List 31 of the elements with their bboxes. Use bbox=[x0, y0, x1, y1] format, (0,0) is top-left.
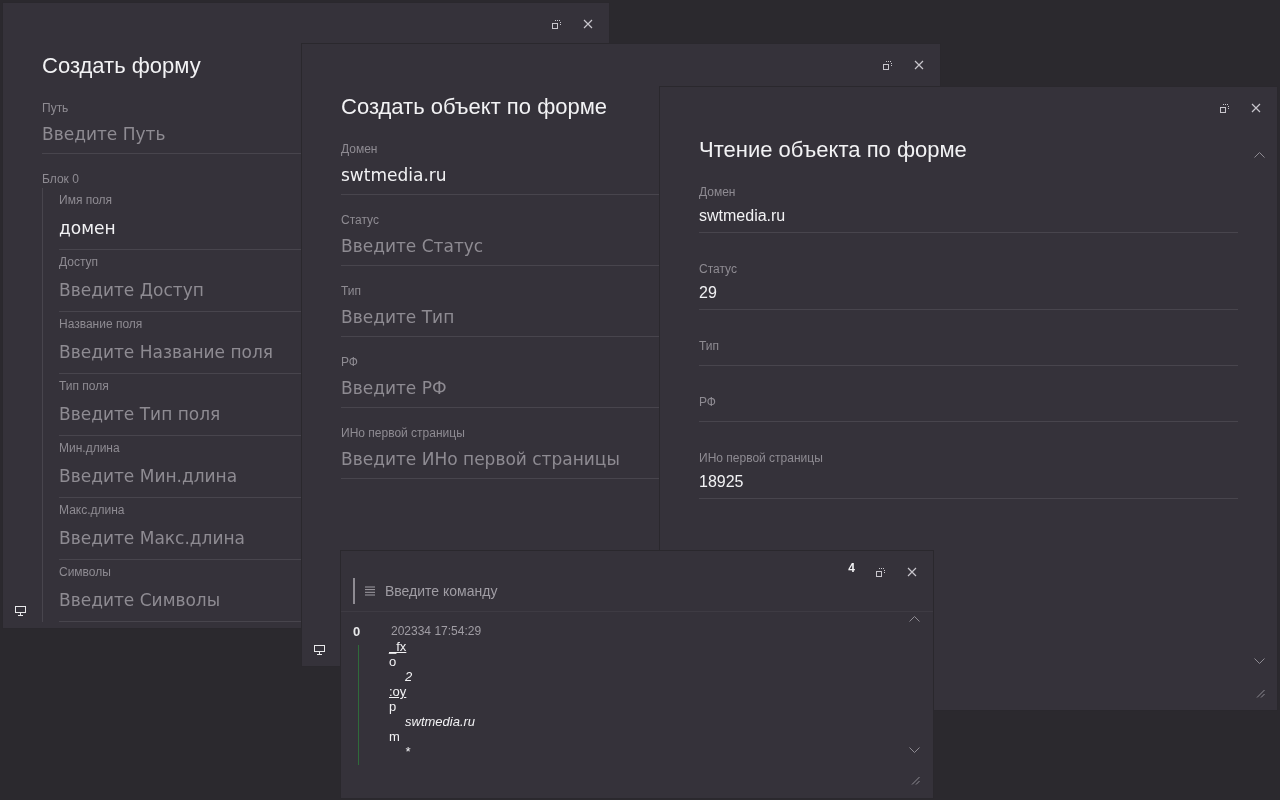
field-label: Символы bbox=[59, 565, 111, 579]
log-line: 2 bbox=[405, 669, 413, 684]
dialog-title: Создать объект по форме bbox=[341, 93, 609, 121]
log-line: p bbox=[389, 699, 397, 714]
dialog-title: Чтение объекта по форме bbox=[699, 136, 968, 164]
field-label: Тип поля bbox=[59, 379, 109, 393]
field-label: Доступ bbox=[59, 255, 99, 269]
log-timestamp: 202334 17:54:29 bbox=[391, 624, 482, 639]
field-label: РФ bbox=[699, 395, 716, 409]
field-label: Домен bbox=[341, 142, 378, 156]
log-index: 0 bbox=[353, 624, 362, 641]
field-label: Название поля bbox=[59, 317, 143, 331]
field-label: Тип bbox=[341, 284, 361, 298]
field-label: Домен bbox=[699, 185, 736, 199]
group-label: Блок 0 bbox=[42, 172, 79, 186]
log-line: o bbox=[389, 654, 397, 669]
field-label: Путь bbox=[42, 101, 69, 115]
field-label: Статус bbox=[699, 262, 737, 276]
field-label: Макс.длина bbox=[59, 503, 125, 517]
log-line: * bbox=[405, 744, 411, 759]
field-label: РФ bbox=[341, 355, 358, 369]
log-line: m bbox=[389, 729, 400, 744]
dialog-title: Создать форму bbox=[42, 52, 202, 80]
field-label: ИНо первой страницы bbox=[699, 451, 823, 465]
field-label: Тип bbox=[699, 339, 719, 353]
field-label: Мин.длина bbox=[59, 441, 120, 455]
field-label: Имя поля bbox=[59, 193, 113, 207]
log-line: swtmedia.ru bbox=[405, 714, 476, 729]
field-label: ИНо первой страницы bbox=[341, 426, 465, 440]
count-label: 4 bbox=[848, 561, 855, 575]
field-label: Статус bbox=[341, 213, 379, 227]
